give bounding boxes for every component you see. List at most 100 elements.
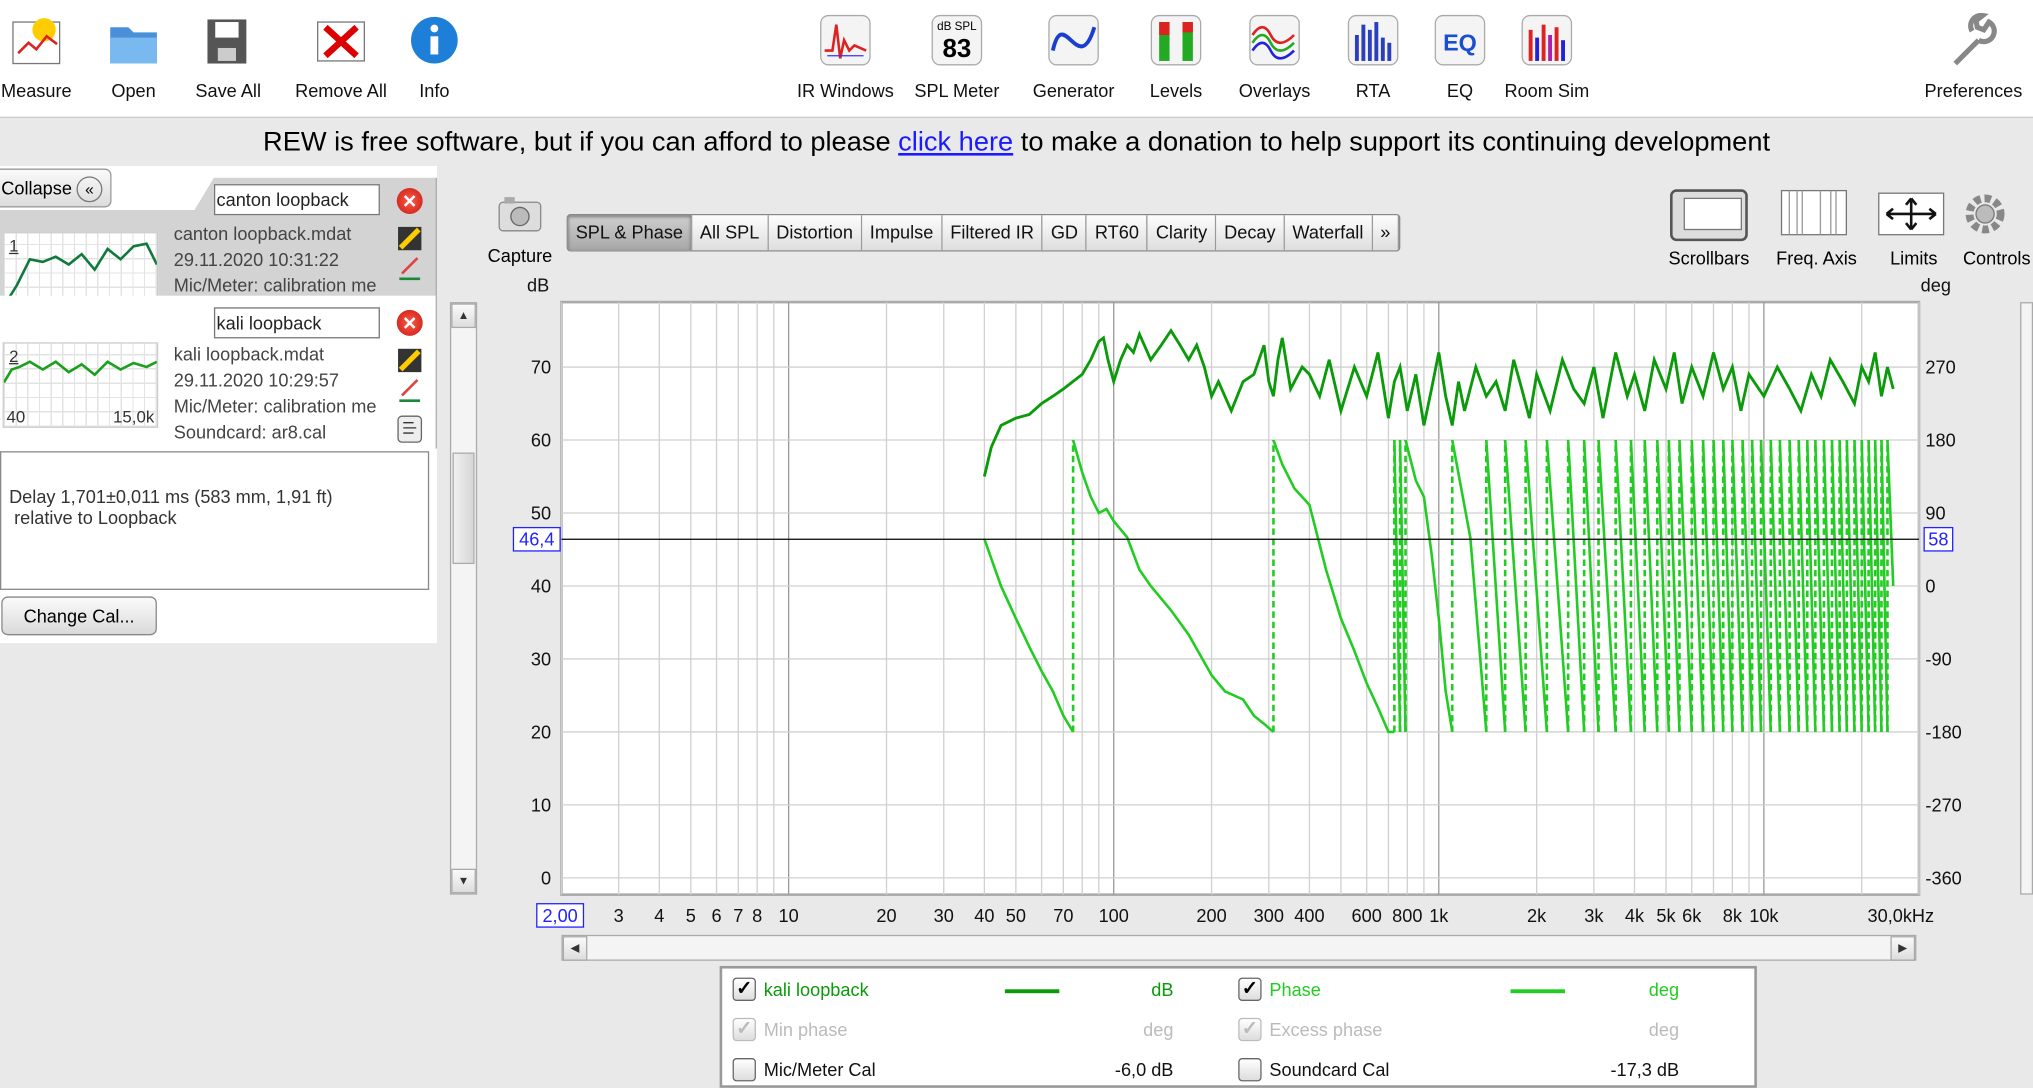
legend-checkbox[interactable]: ✓ <box>1238 977 1262 1001</box>
cursor-db-readout: 46,4 <box>519 530 554 550</box>
tool-label: Controls <box>1962 247 2031 269</box>
y2-tick-label: 0 <box>1925 576 1935 596</box>
x-tick-label: 5 <box>686 906 696 926</box>
legend-unit: deg <box>1648 978 1680 1000</box>
y-tick-label: 10 <box>531 795 551 815</box>
x-tick-label: 5k <box>1656 906 1676 926</box>
pen-icon[interactable] <box>397 377 423 403</box>
x-tick-label: 7 <box>733 906 743 926</box>
right-scrollbar[interactable] <box>2020 302 2033 895</box>
measurement-date: 29.11.2020 10:29:57 <box>173 369 339 391</box>
legend-label: Mic/Meter Cal <box>763 1059 876 1081</box>
x-tick-label: 30 <box>934 906 954 926</box>
legend-label: kali loopback <box>763 978 869 1000</box>
measurement-date: 29.11.2020 10:31:22 <box>173 248 339 270</box>
save-measurement-icon[interactable] <box>397 226 423 252</box>
remove-measurement-icon[interactable]: ✕ <box>396 309 423 336</box>
x-tick-label: 800 <box>1392 906 1422 926</box>
spl-phase-graph[interactable]: 010203040506070-360-270-180-900901802703… <box>0 0 2033 985</box>
x-tick-label: 8 <box>752 906 762 926</box>
y2-tick-label: 90 <box>1925 503 1945 523</box>
freq-axis-button[interactable]: Freq. Axis <box>1765 185 1869 268</box>
scroll-left-button[interactable]: ◀ <box>562 936 588 961</box>
legend-unit: -17,3 dB <box>1610 1059 1680 1081</box>
x-tick-label: 600 <box>1352 906 1382 926</box>
horizontal-scrollbar[interactable]: ◀ ▶ <box>561 934 1917 961</box>
legend-unit: deg <box>1648 1019 1680 1040</box>
measurement-sc: Soundcard: ar8.cal <box>173 421 327 443</box>
notes-icon[interactable] <box>397 415 423 443</box>
x-tick-label: 6k <box>1682 906 1702 926</box>
graph-legend: ✓ kali loopback dB ✓ Phase deg ✓ Min phase deg ✓ E… <box>719 965 1757 1088</box>
x-tick-label: 1k <box>1429 906 1449 926</box>
tool-label: Scrollbars <box>1668 247 1750 269</box>
cursor-deg-readout: 58 <box>1928 530 1948 550</box>
y-tick-label: 50 <box>531 503 551 523</box>
rew-window: Measure Open Save All Remove All Info IR Wind… <box>0 0 2033 1088</box>
x-tick-label: 4 <box>654 906 664 926</box>
scrollbars-button[interactable]: Scrollbars <box>1657 185 1761 268</box>
save-measurement-icon[interactable] <box>397 347 423 373</box>
y-tick-label: 70 <box>531 358 551 378</box>
measurement-file: canton loopback.mdat <box>173 223 352 244</box>
y2-axis-unit: deg <box>1921 276 1951 296</box>
legend-checkbox[interactable] <box>1238 1058 1262 1082</box>
measurement-thumbnail: 2 40 15,0k <box>2 342 159 428</box>
scroll-right-button[interactable]: ▶ <box>1890 936 1916 961</box>
legend-unit: deg <box>1143 1019 1174 1040</box>
legend-label: Excess phase <box>1269 1019 1383 1040</box>
x-tick-label: 300 <box>1254 906 1284 926</box>
measurement-mic: Mic/Meter: calibration me <box>173 395 377 417</box>
x-tick-label: 4k <box>1625 906 1645 926</box>
measurement-item[interactable]: 2 40 15,0k ✕ kali loopback.mdat 29.11.2020 10… <box>0 295 437 449</box>
legend-label: Phase <box>1269 978 1321 1000</box>
x-tick-label: 10 <box>779 906 799 926</box>
legend-unit: -6,0 dB <box>1114 1059 1174 1081</box>
gear-icon <box>1945 185 2033 242</box>
pen-icon[interactable] <box>397 255 423 281</box>
y2-tick-label: -270 <box>1925 795 1961 815</box>
freq-axis-icon <box>1765 185 1869 242</box>
thumb-max-label: 15,0k <box>113 407 155 427</box>
x-tick-label: 50 <box>1006 906 1026 926</box>
cursor-freq-readout: 2,00 <box>542 906 577 926</box>
y2-tick-label: 180 <box>1925 431 1955 451</box>
legend-unit: dB <box>1151 978 1174 1000</box>
legend-label: Min phase <box>763 1019 848 1040</box>
y-tick-label: 30 <box>531 649 551 669</box>
scrollbars-icon <box>1657 185 1761 242</box>
measurement-number: 2 <box>9 346 19 366</box>
x-tick-label: 40 <box>974 906 994 926</box>
legend-label: Soundcard Cal <box>1269 1059 1390 1081</box>
x-tick-label: 6 <box>711 906 721 926</box>
y-tick-label: 0 <box>541 868 551 888</box>
measurement-mic: Mic/Meter: calibration me <box>173 274 377 296</box>
x-tick-label: 3k <box>1584 906 1604 926</box>
x-tick-label: 8k <box>1723 906 1743 926</box>
gear-button[interactable]: Controls <box>1945 185 2033 268</box>
x-tick-label: 30,0kHz <box>1868 906 1935 926</box>
thumb-min-label: 40 <box>6 407 26 427</box>
legend-checkbox[interactable] <box>732 1058 756 1082</box>
measurement-number: 1 <box>9 235 19 256</box>
y-tick-label: 60 <box>531 431 551 451</box>
x-tick-label: 100 <box>1099 906 1129 926</box>
x-tick-label: 20 <box>876 906 896 926</box>
y-axis-unit: dB <box>527 276 549 296</box>
x-tick-label: 400 <box>1294 906 1324 926</box>
x-tick-label: 2k <box>1527 906 1547 926</box>
measurement-name-input[interactable] <box>213 307 380 339</box>
y2-tick-label: -180 <box>1925 722 1961 742</box>
measurement-file: kali loopback.mdat <box>173 343 325 365</box>
x-tick-label: 200 <box>1196 906 1226 926</box>
y2-tick-label: 270 <box>1925 358 1955 378</box>
legend-checkbox[interactable]: ✓ <box>732 977 756 1001</box>
x-tick-label: 3 <box>614 906 624 926</box>
x-tick-label: 10k <box>1749 906 1779 926</box>
legend-checkbox[interactable]: ✓ <box>1238 1017 1262 1042</box>
remove-measurement-icon[interactable]: ✕ <box>396 188 423 214</box>
measurement-name-input[interactable] <box>213 184 380 216</box>
y2-tick-label: -90 <box>1925 649 1951 669</box>
x-tick-label: 70 <box>1053 906 1073 926</box>
legend-checkbox[interactable]: ✓ <box>732 1017 756 1042</box>
